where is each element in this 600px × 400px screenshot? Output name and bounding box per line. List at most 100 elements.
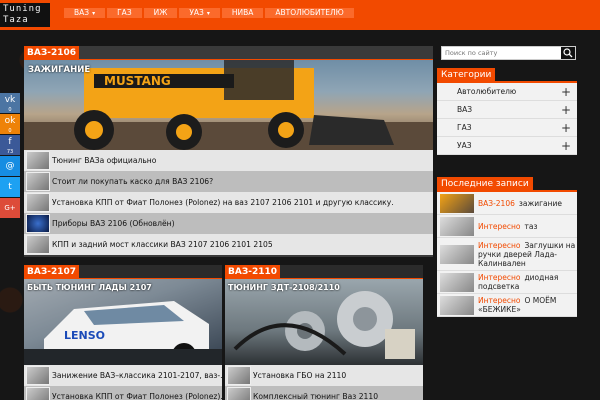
nav-item-izh[interactable]: ИЖ xyxy=(143,8,178,18)
article-list: Установка ГБО на 2110 Комплексный тюнинг… xyxy=(225,365,423,400)
nav-label: ВАЗ xyxy=(74,8,90,17)
search-box xyxy=(441,46,576,60)
nav-label: АВТОЛЮБИТЕЛЮ xyxy=(275,8,344,17)
article-title: Комплексный тюнинг Ваз 2110 xyxy=(253,392,379,400)
article-thumbnail xyxy=(227,366,251,385)
hero-image[interactable]: MUSTANG ЗАЖИГАНИЕ xyxy=(24,60,433,150)
recent-post-item[interactable]: Интересно О МОЁМ «БЕЖИКЕ» xyxy=(437,294,577,317)
article-title: Занижение ВАЗ–классика 2101-2107, ваз-..… xyxy=(52,371,222,380)
nav-item-niva[interactable]: НИВА xyxy=(221,8,264,18)
section-title[interactable]: ВАЗ-2106 xyxy=(24,46,80,60)
category-item[interactable]: ВАЗ + xyxy=(437,101,577,119)
share-count: 0 xyxy=(8,107,12,113)
article-title: Тюнинг ВАЗа официально xyxy=(52,156,157,165)
hero-brand: MUSTANG xyxy=(104,74,171,88)
post-thumbnail xyxy=(440,295,474,315)
post-category[interactable]: Интересно xyxy=(478,273,521,282)
svg-text:LENSO: LENSO xyxy=(64,329,105,342)
recent-posts-title: Последние записи xyxy=(437,177,533,191)
post-thumbnail xyxy=(440,216,474,236)
category-label: УАЗ xyxy=(457,141,472,150)
section-caption[interactable]: ТЮНИНГ ЗДТ-2108/2110 xyxy=(228,283,340,292)
nav-item-uaz[interactable]: УАЗ ▾ xyxy=(179,8,220,18)
article-list: Занижение ВАЗ–классика 2101-2107, ваз-..… xyxy=(24,365,222,400)
chevron-down-icon: ▾ xyxy=(206,10,210,17)
article-title: Установка КПП от Фиат Полонез (Polonez) … xyxy=(52,198,394,207)
section-title[interactable]: ВАЗ-2110 xyxy=(225,265,281,279)
fb-glyph: f xyxy=(8,137,12,147)
section-image[interactable]: LENSO БЫТЬ ТЮНИНГ ЛАДЫ 2107 xyxy=(24,279,222,365)
article-title: Стоит ли покупать каско для ВАЗ 2106? xyxy=(52,177,214,186)
social-share-bar: vk 0 ok 0 f 73 @ t G+ xyxy=(0,93,20,219)
article-title: КПП и задний мост классики ВАЗ 2107 2106… xyxy=(52,240,273,249)
category-item[interactable]: ГАЗ + xyxy=(437,119,577,137)
featured-section: ВАЗ-2106 MUSTANG ЗАЖИГАНИЕ Тюнинг ВАЗа о… xyxy=(24,46,433,257)
post-title[interactable]: зажигание xyxy=(519,199,562,208)
category-label: ГАЗ xyxy=(457,123,472,132)
categories-title: Категории xyxy=(437,68,496,82)
plus-icon[interactable]: + xyxy=(561,86,571,98)
list-item[interactable]: Стоит ли покупать каско для ВАЗ 2106? xyxy=(24,171,433,192)
article-thumbnail xyxy=(26,235,50,254)
list-item[interactable]: Установка КПП от Фиат Полонез (Polonez).… xyxy=(24,386,222,400)
site-header: Tuning Taza ВАЗ ▾ ГАЗ ИЖ УАЗ ▾ НИВА АВТОЛЮ… xyxy=(0,0,600,30)
post-category[interactable]: Интересно xyxy=(478,222,521,231)
search-input[interactable] xyxy=(442,47,560,59)
article-thumbnail xyxy=(26,387,50,400)
section-caption[interactable]: БЫТЬ ТЮНИНГ ЛАДЫ 2107 xyxy=(27,283,152,292)
article-title: Установка КПП от Фиат Полонез (Polonez).… xyxy=(52,392,222,400)
vk-icon[interactable]: vk 0 xyxy=(0,93,20,113)
nav-label: ГАЗ xyxy=(117,8,132,17)
category-item[interactable]: Автолюбителю + xyxy=(437,83,577,101)
article-thumbnail xyxy=(26,214,50,233)
list-item[interactable]: Комплексный тюнинг Ваз 2110 xyxy=(225,386,423,400)
category-item[interactable]: УАЗ + xyxy=(437,137,577,155)
list-item[interactable]: Тюнинг ВАЗа официально xyxy=(24,150,433,171)
post-category[interactable]: Интересно xyxy=(478,296,521,305)
plus-icon[interactable]: + xyxy=(561,104,571,116)
section-title[interactable]: ВАЗ-2107 xyxy=(24,265,80,279)
section-image[interactable]: ТЮНИНГ ЗДТ-2108/2110 xyxy=(225,279,423,365)
search-button[interactable] xyxy=(561,47,575,59)
mail-glyph: @ xyxy=(5,161,15,171)
nav-item-avtolyubitelyu[interactable]: АВТОЛЮБИТЕЛЮ xyxy=(265,8,354,18)
twitter-icon[interactable]: t xyxy=(0,177,20,197)
nav-label: НИВА xyxy=(231,8,254,17)
hero-caption[interactable]: ЗАЖИГАНИЕ xyxy=(28,65,90,75)
article-thumbnail xyxy=(227,387,251,400)
plus-icon[interactable]: + xyxy=(561,122,571,134)
ok-glyph: ok xyxy=(4,116,16,126)
recent-post-item[interactable]: Интересно Заглушки на ручки дверей Лада-К… xyxy=(437,238,577,271)
section-vaz-2107: ВАЗ-2107 LENSO БЫТЬ ТЮНИНГ ЛАДЫ 2107 Зан… xyxy=(24,265,222,400)
facebook-icon[interactable]: f 73 xyxy=(0,135,20,155)
mail-icon[interactable]: @ xyxy=(0,156,20,176)
share-count: 73 xyxy=(6,149,14,155)
nav-item-gaz[interactable]: ГАЗ xyxy=(107,8,142,18)
site-logo[interactable]: Tuning Taza xyxy=(0,3,50,27)
post-category[interactable]: Интересно xyxy=(478,241,521,250)
odnoklassniki-icon[interactable]: ok 0 xyxy=(0,114,20,134)
googleplus-icon[interactable]: G+ xyxy=(0,198,20,218)
post-category[interactable]: ВАЗ-2106 xyxy=(478,199,515,208)
article-thumbnail xyxy=(26,193,50,212)
list-item[interactable]: КПП и задний мост классики ВАЗ 2107 2106… xyxy=(24,234,433,255)
nav-label: ИЖ xyxy=(153,8,168,17)
recent-post-item[interactable]: Интересно таз xyxy=(437,215,577,238)
plus-icon[interactable]: + xyxy=(561,140,571,152)
category-label: ВАЗ xyxy=(457,105,473,114)
list-item[interactable]: Приборы ВАЗ 2106 (Обновлён) xyxy=(24,213,433,234)
search-icon xyxy=(563,48,573,58)
list-item[interactable]: Занижение ВАЗ–классика 2101-2107, ваз-..… xyxy=(24,365,222,386)
nav-label: УАЗ xyxy=(189,8,204,17)
article-list: Тюнинг ВАЗа официально Стоит ли покупать… xyxy=(24,150,433,255)
list-item[interactable]: Установка ГБО на 2110 xyxy=(225,365,423,386)
list-item[interactable]: Установка КПП от Фиат Полонез (Polonez) … xyxy=(24,192,433,213)
recent-post-item[interactable]: Интересно диодная подсветка xyxy=(437,271,577,294)
share-count: 0 xyxy=(8,128,12,134)
section-vaz-2110: ВАЗ-2110 ТЮНИНГ ЗДТ-2108/2110 Установка … xyxy=(225,265,423,400)
post-title[interactable]: таз xyxy=(525,222,538,231)
main-nav: ВАЗ ▾ ГАЗ ИЖ УАЗ ▾ НИВА АВТОЛЮБИТЕЛЮ xyxy=(64,8,356,18)
nav-item-vaz[interactable]: ВАЗ ▾ xyxy=(64,8,106,18)
recent-post-item[interactable]: ВАЗ-2106 зажигание xyxy=(437,192,577,215)
twitter-glyph: t xyxy=(8,182,12,192)
